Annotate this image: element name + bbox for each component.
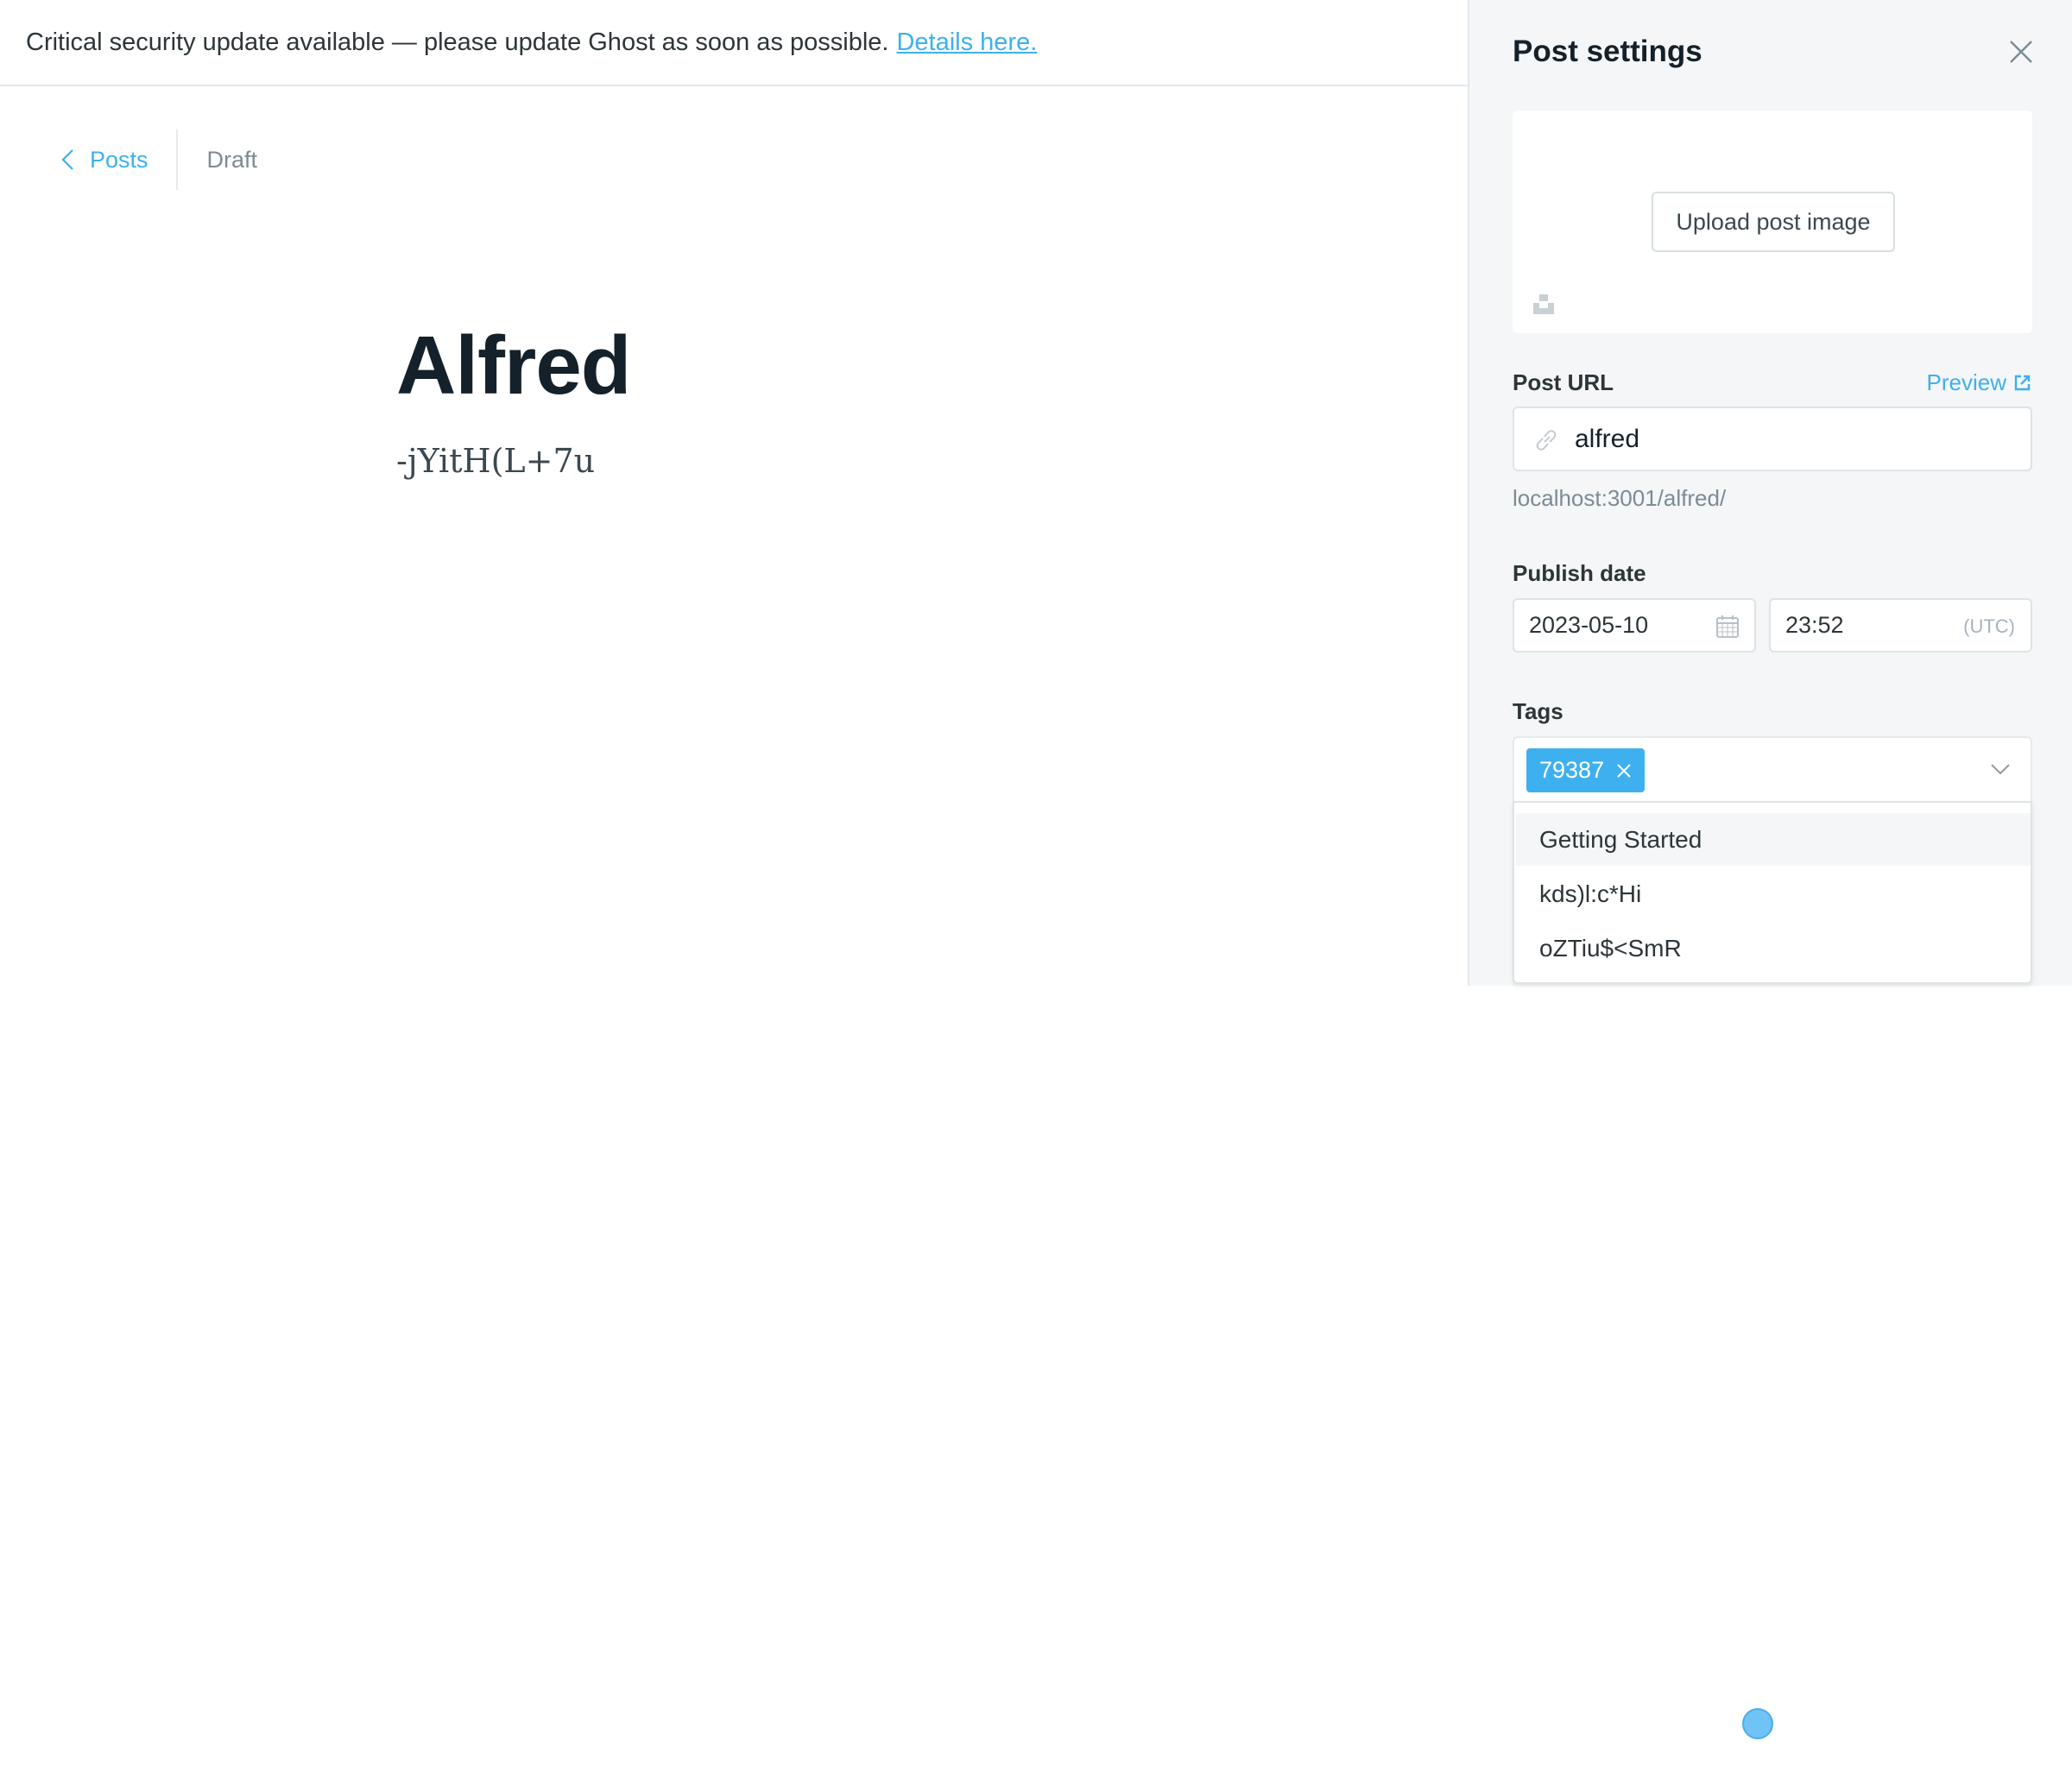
back-to-posts-link[interactable]: Posts [59, 147, 148, 173]
chevron-down-icon[interactable] [1990, 762, 2011, 776]
publish-date-input[interactable]: 2023-05-10 [1513, 598, 1756, 653]
post-url-label: Post URL [1513, 369, 1614, 395]
chevron-left-icon [61, 149, 73, 170]
tag-option-getting-started[interactable]: Getting Started [1516, 813, 2031, 866]
back-label: Posts [90, 146, 148, 173]
close-icon[interactable] [2007, 38, 2035, 66]
preview-label: Preview [1926, 369, 2006, 395]
mouse-cursor-indicator [1742, 1708, 1773, 1739]
breadcrumb-divider [175, 129, 178, 190]
banner-message: Critical security update available — ple… [26, 28, 889, 56]
post-title[interactable]: Alfred [396, 314, 631, 418]
publish-time-value: 23:52 [1785, 612, 1844, 638]
post-url-input[interactable]: alfred [1513, 407, 2032, 471]
tag-chip[interactable]: 79387 [1526, 748, 1646, 792]
external-link-icon [2014, 375, 2031, 391]
preview-link[interactable]: Preview [1927, 369, 2031, 396]
post-status: Draft [206, 146, 258, 173]
banner-details-link[interactable]: Details here. [896, 28, 1037, 57]
unsplash-icon[interactable] [1532, 292, 1556, 316]
upload-post-image-button[interactable]: Upload post image [1652, 192, 1895, 252]
calendar-icon[interactable] [1715, 615, 1740, 639]
panel-title: Post settings [1513, 35, 1702, 68]
post-settings-panel: Post settings Upload post image Post URL… [1468, 0, 2072, 986]
tags-dropdown: Getting Started kds)l:c*Hi oZTiu$<SmR [1513, 801, 2032, 984]
post-body[interactable]: -jYitH(L+7u [396, 442, 595, 480]
tags-input[interactable]: 79387 [1513, 736, 2032, 803]
publish-date-label: Publish date [1513, 560, 1646, 586]
security-update-banner: Critical security update available — ple… [0, 0, 1468, 86]
tag-option-kds[interactable]: kds)l:c*Hi [1516, 867, 2031, 920]
post-full-url: localhost:3001/alfred/ [1513, 485, 1727, 511]
tag-option-oztiu[interactable]: oZTiu$<SmR [1516, 922, 2031, 974]
post-url-value: alfred [1575, 424, 1640, 453]
publish-date-value: 2023-05-10 [1529, 612, 1649, 638]
link-icon [1536, 430, 1557, 451]
timezone-label: (UTC) [1963, 615, 2015, 637]
post-image-dropzone[interactable]: Upload post image [1513, 110, 2032, 333]
breadcrumb: Posts Draft [59, 129, 257, 190]
tag-remove-icon[interactable] [1616, 763, 1632, 779]
publish-time-input[interactable]: 23:52 (UTC) [1769, 598, 2032, 653]
tags-label: Tags [1513, 698, 1563, 724]
tag-chip-label: 79387 [1539, 757, 1605, 783]
